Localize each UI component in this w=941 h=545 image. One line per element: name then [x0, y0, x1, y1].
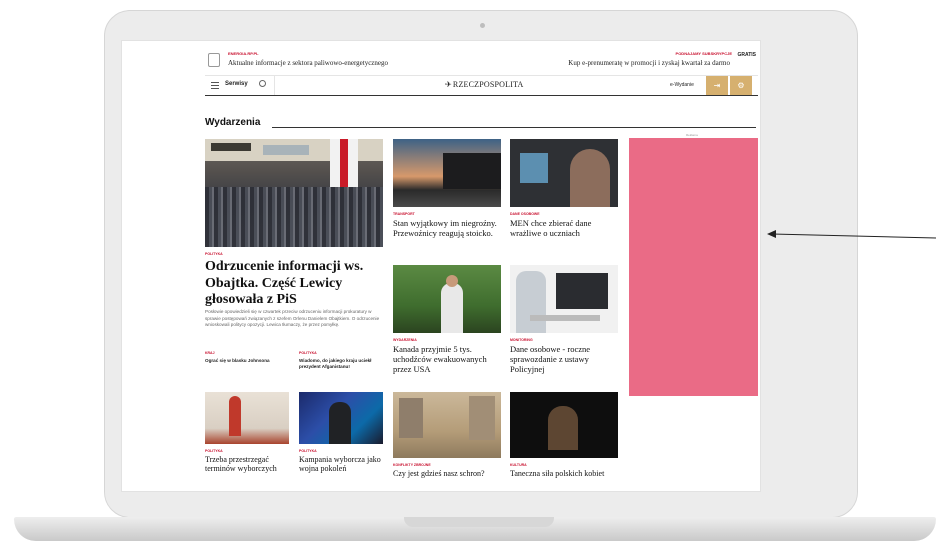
article-tag-4[interactable]: MONITORING [510, 338, 533, 342]
subscription-link[interactable]: Kup e-prenumeratę w promocji i zyskaj kw… [568, 59, 730, 67]
settings-button[interactable]: ⚙ [730, 76, 752, 95]
related-title-1[interactable]: Ograć się w blasku Johnsona [205, 358, 293, 364]
promo-link[interactable]: Aktualne informacje z sektora paliwowo-e… [228, 59, 388, 67]
hamburger-menu-icon[interactable] [211, 82, 219, 83]
promo-tag[interactable]: ENERGIA.RP.PL [228, 51, 259, 56]
serwisy-menu-button[interactable]: Serwisy [225, 81, 248, 87]
related-tag-1[interactable]: KRAJ [205, 351, 215, 355]
subscription-tag[interactable]: PODNAJAMY SUBSKRYPCJE [676, 51, 732, 56]
article-title-2[interactable]: MEN chce zbierać dane wrażliwe o uczniac… [510, 218, 616, 238]
e-wydanie-link[interactable]: e-Wydanie [670, 82, 694, 88]
settings-icon: ⚙ [737, 81, 745, 90]
article-image-4[interactable] [510, 265, 618, 333]
nav-divider [274, 76, 275, 95]
article-tag-6[interactable]: POLITYKA [299, 449, 317, 453]
advertisement-block[interactable] [629, 138, 758, 396]
article-image-7[interactable] [393, 392, 501, 458]
article-title-1[interactable]: Stan wyjątkowy im niegroźny. Przewoźnicy… [393, 218, 499, 238]
logo-text: RZECZPOSPOLITA [452, 80, 524, 89]
eagle-logo-icon: ✈ [445, 80, 452, 89]
article-title-7[interactable]: Czy jest gdzieś nasz schron? [393, 469, 499, 478]
login-icon: ⇥ [713, 81, 721, 90]
main-article-lead: Posłowie opowiedzieli się w czwartek prz… [205, 309, 380, 328]
laptop-notch [404, 517, 554, 527]
search-icon[interactable] [259, 80, 266, 87]
article-image-3[interactable] [393, 265, 501, 333]
article-title-8[interactable]: Taneczna siła polskich kobiet [510, 469, 616, 478]
related-tag-2[interactable]: POLITYKA [299, 351, 317, 355]
article-title-6[interactable]: Kampania wyborcza jako wojna pokoleń [299, 455, 385, 474]
site-logo[interactable]: ✈RZECZPOSPOLITA [445, 80, 524, 89]
browser-screen: ENERGIA.RP.PL Aktualne informacje z sekt… [121, 40, 761, 492]
top-promo-bar: ENERGIA.RP.PL Aktualne informacje z sekt… [122, 41, 760, 75]
main-navbar: Serwisy ✈RZECZPOSPOLITA e-Wydanie ⇥ ⚙ [205, 75, 758, 96]
article-image-6[interactable] [299, 392, 383, 444]
article-image-2[interactable] [510, 139, 618, 207]
article-tag-5[interactable]: POLITYKA [205, 449, 223, 453]
article-tag-8[interactable]: KULTURA [510, 463, 527, 467]
article-tag-2[interactable]: DANE OSOBOWE [510, 212, 540, 216]
article-title-3[interactable]: Kanada przyjmie 5 tys. uchodźców ewakuow… [393, 344, 499, 374]
gratis-badge[interactable]: GRATIS [737, 52, 756, 58]
article-image-8[interactable] [510, 392, 618, 458]
section-title: Wydarzenia [205, 117, 261, 128]
main-article-title[interactable]: Odrzucenie informacji ws. Obajtka. Część… [205, 259, 383, 309]
related-title-2[interactable]: Wiadomo, do jakiego kraju uciekł prezyde… [299, 358, 383, 370]
main-article-image[interactable] [205, 139, 383, 247]
article-image-5[interactable] [205, 392, 289, 444]
article-tag-3[interactable]: WYDARZENIA [393, 338, 417, 342]
section-divider [272, 127, 756, 128]
article-title-5[interactable]: Trzeba przestrzegać terminów wyborczych [205, 455, 291, 474]
article-image-1[interactable] [393, 139, 501, 207]
login-button[interactable]: ⇥ [706, 76, 728, 95]
energy-icon [208, 53, 220, 67]
article-tag-1[interactable]: TRANSPORT [393, 212, 415, 216]
article-tag-7[interactable]: KONFLIKTY ZBROJNE [393, 463, 431, 467]
main-article-tag[interactable]: POLITYKA [205, 252, 223, 256]
ad-label: Reklama [686, 133, 698, 137]
article-title-4[interactable]: Dane osobowe - roczne sprawozdanie z ust… [510, 344, 616, 374]
